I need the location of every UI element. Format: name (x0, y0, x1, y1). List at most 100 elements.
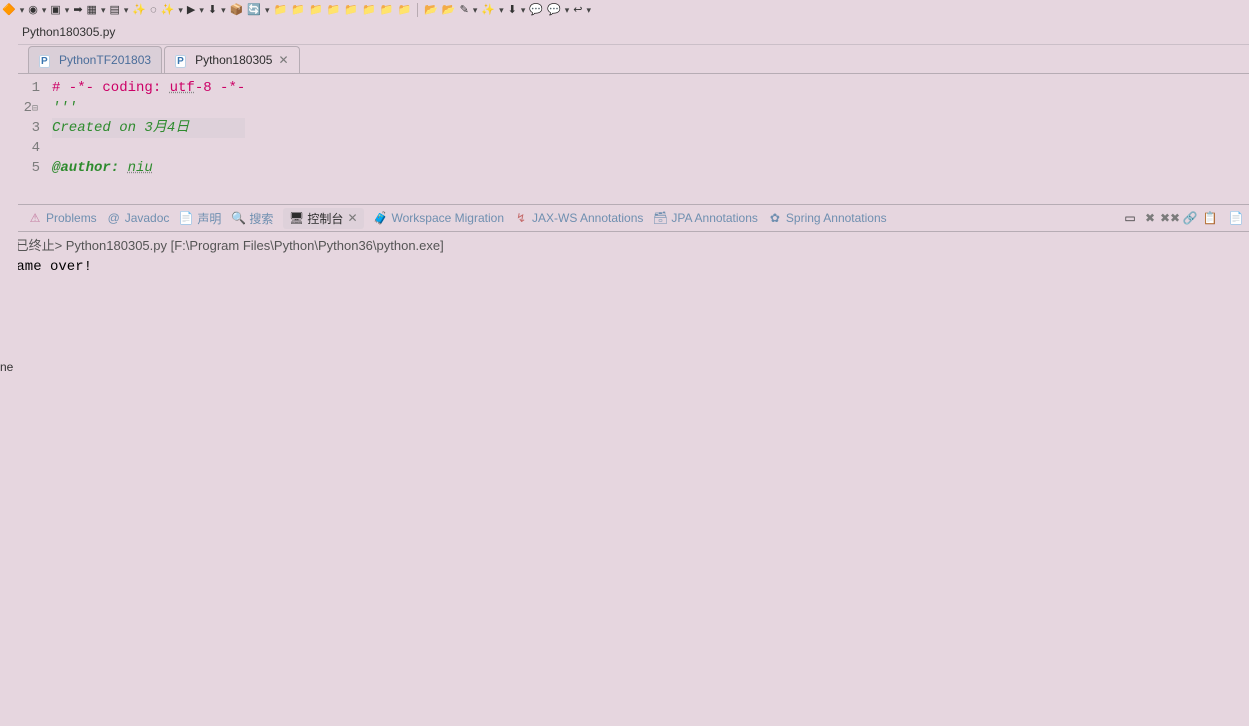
breadcrumb-file: Python180305.py (22, 25, 115, 39)
python-file-icon: P (39, 53, 53, 67)
code-line[interactable]: ''' (52, 98, 245, 118)
view-action-remove-xx-icon[interactable]: ✖✖ (1163, 211, 1177, 225)
view-tab-label: Workspace Migration (392, 211, 505, 225)
editor-tab[interactable]: P Python180305 ✕ (164, 46, 299, 73)
code-line[interactable] (52, 138, 245, 158)
code-line[interactable]: Created on 3月4日 (52, 118, 245, 138)
toolbar-dropdown-icon[interactable]: ▾ (499, 3, 504, 17)
toolbar-chat-icon[interactable]: 💬 (529, 3, 543, 17)
code-body[interactable]: # -*- coding: utf-8 -*-'''Created on 3月4… (46, 74, 245, 204)
view-tab-Spring Annotations[interactable]: ✿Spring Annotations (768, 211, 887, 225)
toolbar-dropdown-icon[interactable]: ▾ (565, 3, 570, 17)
view-tab-Workspace Migration[interactable]: 🧳 Workspace Migration (374, 211, 505, 225)
view-tab-label: Javadoc (125, 211, 170, 225)
view-tab-label: 搜索 (249, 210, 273, 227)
toolbar-folder-open-icon[interactable]: 📂 (442, 3, 456, 17)
toolbar-dropdown-icon[interactable]: ▾ (521, 3, 526, 17)
toolbar-wand-icon[interactable]: ✨ (481, 3, 495, 17)
view-action-link-icon[interactable]: 🔗 (1183, 211, 1197, 225)
toolbar-dropdown-icon[interactable]: ▾ (265, 3, 270, 17)
console-output[interactable]: Game over! (0, 257, 1249, 726)
toolbar-back-icon[interactable]: ↩ (573, 3, 582, 17)
close-icon[interactable]: ✕ (278, 53, 288, 67)
toolbar-folder-icon[interactable]: 📁 (291, 3, 305, 17)
spring-icon: ✿ (768, 211, 782, 225)
view-tab-JAX-WS Annotations[interactable]: ↯ JAX-WS Annotations (514, 211, 643, 225)
view-tab-label: 声明 (197, 210, 221, 227)
editor-tabbar: P PythonTF201803 P Python180305 ✕ (0, 45, 1249, 74)
toolbar-folder-icon[interactable]: 📁 (327, 3, 341, 17)
toolbar-dropdown-icon[interactable]: ▾ (42, 3, 47, 17)
toolbar-folder-icon[interactable]: 📁 (380, 3, 394, 17)
toolbar-folder-icon[interactable]: 📁 (362, 3, 376, 17)
view-action-minimize-icon[interactable]: ▭ (1123, 211, 1137, 225)
toolbar-down-icon[interactable]: ⬇ (508, 3, 517, 17)
toolbar-chat-icon[interactable]: 💬 (547, 3, 561, 17)
toolbar-grid-icon[interactable]: ▦ (87, 3, 97, 17)
view-tab-label: Problems (46, 211, 97, 225)
editor-tab[interactable]: P PythonTF201803 (28, 46, 162, 73)
editor-tab-label: Python180305 (195, 53, 272, 67)
left-strip: ne (0, 20, 18, 726)
views-actions: ▭✖✖✖🔗📋📄 (1123, 211, 1249, 225)
toolbar-dl-icon[interactable]: ⬇ (208, 3, 217, 17)
javadoc-icon: @ (107, 211, 121, 225)
problems-icon: ⚠ (28, 211, 42, 225)
toolbar-dropdown-icon[interactable]: ▾ (65, 3, 70, 17)
toolbar-grid-small-icon[interactable]: ▤ (109, 3, 119, 17)
view-action-page-icon[interactable]: 📄 (1229, 211, 1243, 225)
toolbar-folder-icon[interactable]: 📁 (309, 3, 323, 17)
console-icon: 🖥 (289, 211, 303, 225)
close-icon[interactable]: ✕ (347, 211, 357, 225)
toolbar-blue-square-icon[interactable]: ▣ (50, 3, 60, 17)
jpa-icon: 🗃 (653, 211, 667, 225)
toolbar-dropdown-icon[interactable]: ▾ (101, 3, 106, 17)
view-tab-Problems[interactable]: ⚠ Problems (28, 211, 97, 225)
python-file-icon: P (175, 53, 189, 67)
search-icon: 🔍 (231, 211, 245, 225)
toolbar-dropdown-icon[interactable]: ▾ (124, 3, 129, 17)
toolbar-refresh-icon[interactable]: 🔄 (247, 3, 261, 17)
breadcrumb: P Python180305.py (0, 20, 1249, 45)
decl-icon: 📄 (179, 211, 193, 225)
toolbar-orange-icon[interactable]: 🔶 (2, 3, 16, 17)
toolbar-folder-icon[interactable]: 📁 (398, 3, 412, 17)
view-tab-搜索[interactable]: 🔍 搜索 (231, 210, 273, 227)
view-tab-JPA Annotations[interactable]: 🗃 JPA Annotations (653, 211, 758, 225)
toolbar-dropdown-icon[interactable]: ▾ (473, 3, 478, 17)
view-tab-label: JPA Annotations (671, 211, 758, 225)
jaxws-icon: ↯ (514, 211, 528, 225)
code-view[interactable]: 12⊟345 # -*- coding: utf-8 -*-'''Created… (0, 74, 1249, 204)
toolbar-play-icon[interactable]: ▶ (187, 3, 195, 17)
toolbar-box-icon[interactable]: 📦 (230, 3, 244, 17)
toolbar-green-dot-icon[interactable]: ◉ (28, 3, 38, 17)
editor-area: P PythonTF201803 P Python180305 ✕ 12⊟345 # -… (0, 45, 1249, 204)
toolbar-folder-icon[interactable]: 📁 (274, 3, 288, 17)
editor-tab-label: PythonTF201803 (59, 53, 151, 67)
bottom-panel: ⚠ Problems @ Javadoc 📄 声明 🔍 搜索 🖥 控制台 ✕ 🧳 Workspace M… (0, 204, 1249, 726)
toolbar-dropdown-icon[interactable]: ▾ (20, 3, 25, 17)
view-tab-label: JAX-WS Annotations (532, 211, 643, 225)
view-tab-Javadoc[interactable]: @ Javadoc (107, 211, 170, 225)
toolbar-dropdown-icon[interactable]: ▾ (199, 3, 204, 17)
toolbar-folder-icon[interactable]: 📁 (344, 3, 358, 17)
view-action-remove-x-icon[interactable]: ✖ (1143, 211, 1157, 225)
outline-fragment: ne (0, 360, 13, 374)
toolbar-dropdown-icon[interactable]: ▾ (221, 3, 226, 17)
view-tab-控制台[interactable]: 🖥 控制台 ✕ (283, 208, 363, 229)
toolbar-pencil-icon[interactable]: ✎ (460, 3, 469, 17)
views-tabbar: ⚠ Problems @ Javadoc 📄 声明 🔍 搜索 🖥 控制台 ✕ 🧳 Workspace M… (0, 205, 1249, 232)
toolbar-arrow-right-icon[interactable]: ➡ (73, 3, 82, 17)
toolbar-folder-open-icon[interactable]: 📂 (424, 3, 438, 17)
migrate-icon: 🧳 (374, 211, 388, 225)
toolbar-circle-icon[interactable]: ◌ (150, 3, 157, 17)
toolbar-dropdown-icon[interactable]: ▾ (587, 3, 592, 17)
toolbar-dropdown-icon[interactable]: ▾ (178, 3, 183, 17)
view-tab-label: 控制台 (307, 210, 343, 227)
view-tab-声明[interactable]: 📄 声明 (179, 210, 221, 227)
code-line[interactable]: # -*- coding: utf-8 -*- (52, 78, 245, 98)
toolbar-wand-icon[interactable]: ✨ (161, 3, 175, 17)
view-action-copy-icon[interactable]: 📋 (1203, 211, 1217, 225)
toolbar-wand-icon[interactable]: ✨ (132, 3, 146, 17)
code-line[interactable]: @author: niu (52, 158, 245, 178)
